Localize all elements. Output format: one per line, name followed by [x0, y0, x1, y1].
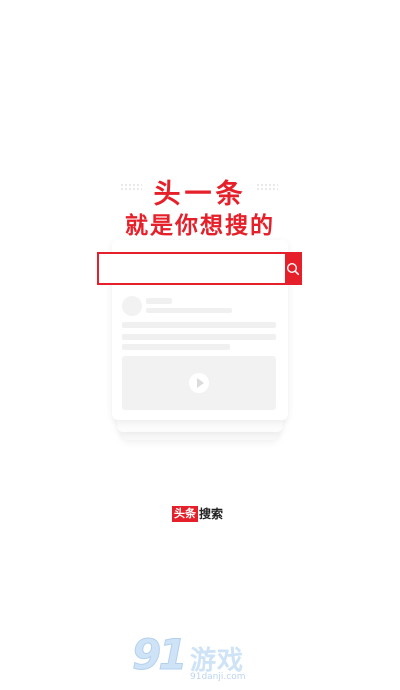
search-bar	[97, 252, 302, 285]
skeleton-line	[122, 322, 276, 328]
brand-logo: 头条 搜索	[172, 506, 223, 522]
skeleton-line	[122, 334, 276, 340]
headline-line2: 就是你想搜的	[125, 213, 275, 239]
search-input[interactable]	[99, 254, 285, 283]
watermark-url: 91danji.com	[190, 672, 246, 682]
search-button[interactable]	[285, 254, 300, 283]
brand-badge: 头条	[172, 506, 198, 522]
skeleton-subtitle	[146, 308, 232, 313]
skeleton-media	[122, 356, 276, 410]
play-icon	[189, 373, 209, 393]
watermark-numeral: 91	[131, 630, 187, 680]
skeleton-line	[122, 344, 230, 350]
watermark-logo: 91 游戏 91danji.com	[131, 630, 272, 688]
brand-text: 搜索	[199, 507, 224, 521]
search-icon	[286, 262, 299, 275]
skeleton-name	[146, 298, 172, 304]
skeleton-avatar	[122, 296, 142, 316]
